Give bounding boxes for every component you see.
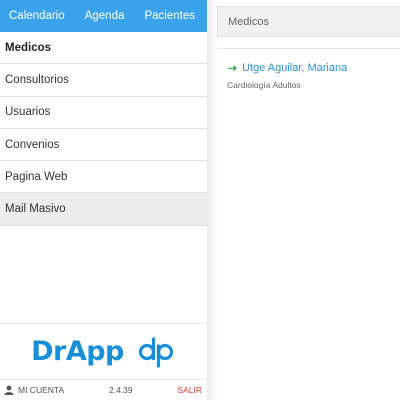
nav-agenda[interactable]: Agenda <box>85 10 125 22</box>
main-panel: Medicos ➝ Utge Aguilar, Mariana Cardiolo… <box>217 0 400 400</box>
doctor-list-item[interactable]: ➝ Utge Aguilar, Mariana Cardiología Adul… <box>227 61 347 90</box>
section-title-bar: Medicos <box>217 6 400 37</box>
sidebar-item-mail-masivo[interactable]: Mail Masivo <box>0 193 207 226</box>
user-icon <box>4 385 14 395</box>
sidebar-item-convenios[interactable]: Convenios <box>0 129 207 162</box>
sidebar-item-consultorios[interactable]: Consultorios <box>0 64 207 97</box>
my-account-link[interactable]: MI CUENTA <box>4 385 64 395</box>
brand-logo: DrApp <box>0 323 207 379</box>
my-account-label: MI CUENTA <box>18 385 65 395</box>
doctor-name: Utge Aguilar, Mariana <box>242 62 348 74</box>
divider <box>217 48 400 49</box>
logout-button[interactable]: SALIR <box>177 385 202 395</box>
brand-mark-icon <box>138 336 173 368</box>
sidebar-item-pagina-web[interactable]: Pagina Web <box>0 161 207 194</box>
nav-patients[interactable]: Pacientes <box>144 10 195 22</box>
brand-wordmark: DrApp <box>31 336 124 367</box>
section-title: Medicos <box>228 15 269 28</box>
arrow-right-icon: ➝ <box>227 61 238 75</box>
sidebar-item-usuarios[interactable]: Usuarios <box>0 97 207 129</box>
sidebar-footer: MI CUENTA 2.4.39 SALIR <box>0 379 207 400</box>
sidebar-item-medicos[interactable]: Medicos <box>0 32 207 65</box>
nav-calendar[interactable]: Calendario <box>9 10 65 22</box>
app-version: 2.4.39 <box>109 385 133 395</box>
top-navigation: Calendario Agenda Pacientes <box>0 0 207 32</box>
panel-divider <box>207 0 217 400</box>
sidebar-menu: Medicos Consultorios Usuarios Convenios … <box>0 32 207 226</box>
doctor-link[interactable]: ➝ Utge Aguilar, Mariana <box>227 61 347 75</box>
doctor-specialty: Cardiología Adultos <box>227 80 301 90</box>
sidebar: Calendario Agenda Pacientes Medicos Cons… <box>0 0 207 400</box>
